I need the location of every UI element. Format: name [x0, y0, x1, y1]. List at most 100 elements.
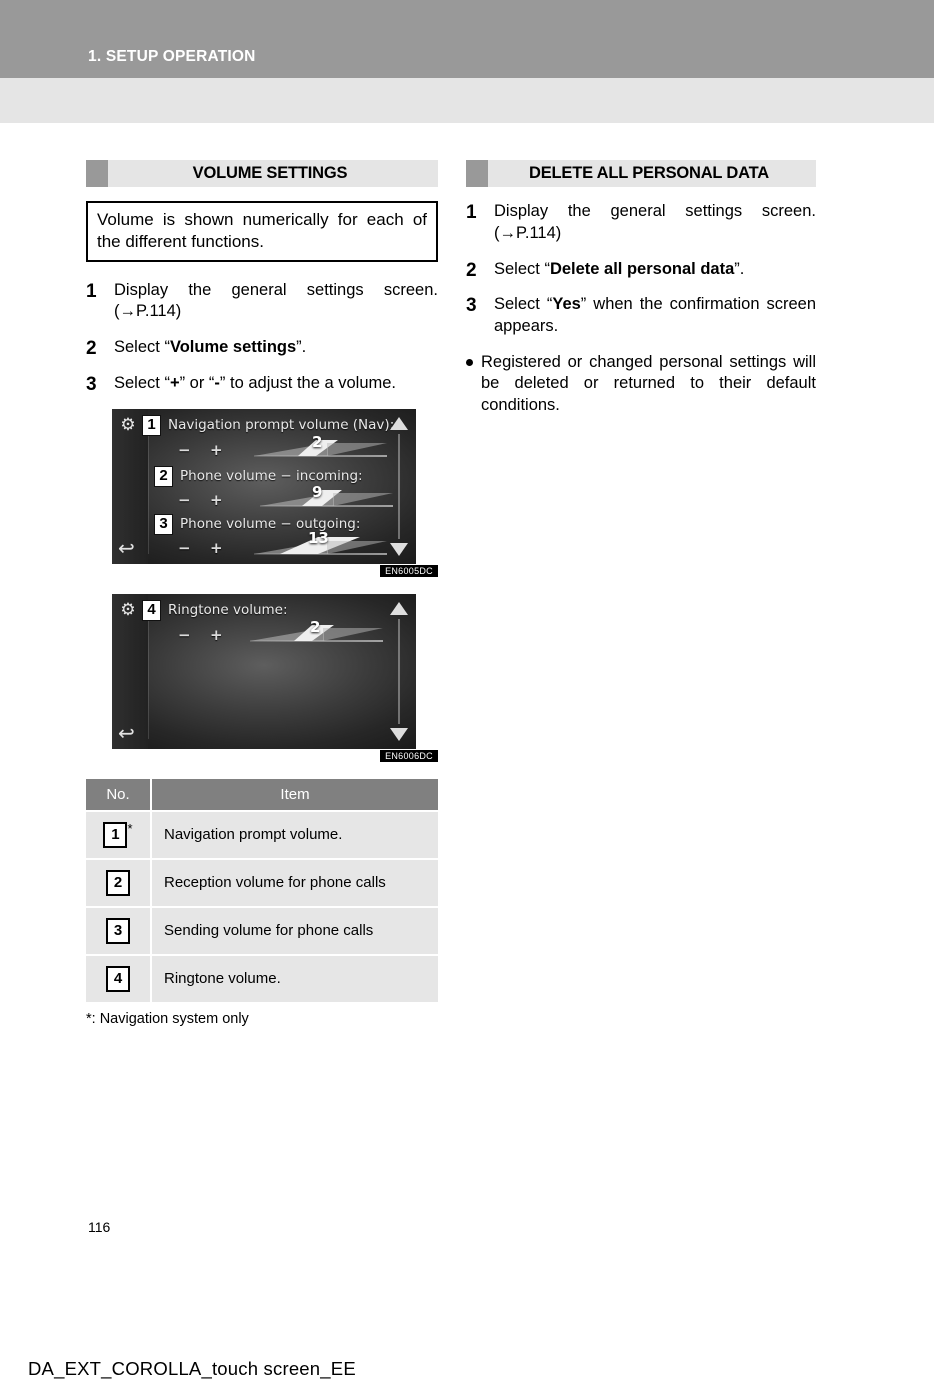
scrollbar[interactable] [388, 601, 410, 741]
table-row: 4 Ringtone volume. [86, 953, 438, 1002]
step-text: Select “ [114, 338, 170, 357]
step-bold-term-plus: + [169, 373, 180, 392]
gear-icon: ⚙ [120, 414, 136, 435]
callout-reference-table: No. Item 1 * Navigation prompt volume. 2 … [86, 778, 438, 1002]
scroll-track[interactable] [398, 618, 400, 724]
bullet-text: Registered or changed personal settings … [481, 352, 816, 414]
scroll-up-icon[interactable] [390, 601, 408, 615]
volume-decrease-button-3[interactable]: − [178, 539, 191, 557]
table-row: 1 * Navigation prompt volume. [86, 809, 438, 859]
step-item: 2 Select “Volume settings”. [86, 337, 438, 359]
volume-increase-button-3[interactable]: + [210, 539, 223, 557]
volume-gauge-2[interactable] [260, 485, 393, 507]
screen-row-label-4: Ringtone volume: [168, 601, 288, 618]
scroll-down-icon[interactable] [390, 542, 408, 556]
scroll-track[interactable] [398, 433, 400, 539]
table-cell-no: 4 [86, 953, 152, 1002]
step-text: Select “ [494, 295, 553, 314]
screen-row-label-1: Navigation prompt volume (Nav): [168, 416, 395, 433]
step-text-tail: ) [555, 223, 562, 242]
footnote-marker: * [127, 820, 133, 836]
table-row: 2 Reception volume for phone calls [86, 857, 438, 907]
back-arrow-icon[interactable]: ↩ [118, 538, 135, 558]
section-header-delete-all-personal-data: DELETE ALL PERSONAL DATA [466, 160, 816, 187]
volume-increase-button-4[interactable]: + [210, 626, 223, 644]
screenshot-volume-settings-1: ⚙ 1 Navigation prompt volume (Nav): − + … [112, 408, 416, 564]
page-header-subband [0, 78, 934, 123]
step-number: 1 [466, 202, 477, 223]
table-cell-item: Ringtone volume. [151, 953, 438, 1002]
gauge-wedge-right [327, 540, 387, 554]
step-bold-term: Yes [552, 295, 581, 314]
step-item: 1 Display the general settings screen. (… [466, 201, 816, 245]
document-id: DA_EXT_COROLLA_touch screen_EE [28, 1358, 356, 1379]
right-column: DELETE ALL PERSONAL DATA 1 Display the g… [466, 160, 816, 416]
step-bold-term: Volume settings [169, 338, 297, 357]
scrollbar[interactable] [388, 416, 410, 556]
left-column: VOLUME SETTINGS Volume is shown numerica… [86, 160, 438, 1027]
figure-code-2: EN6006DC [380, 749, 438, 762]
figure-code-1: EN6005DC [380, 564, 438, 577]
table-cell-no: 1 * [86, 809, 152, 859]
table-footnote: *: Navigation system only [86, 1010, 249, 1027]
step-item: 3 Select “+” or “-” to adjust the a volu… [86, 373, 438, 395]
volume-increase-button-2[interactable]: + [210, 491, 223, 509]
table-cell-no: 2 [86, 857, 152, 907]
volume-decrease-button-2[interactable]: − [178, 491, 191, 509]
step-number: 2 [86, 338, 97, 360]
screen-rail-divider [148, 607, 149, 739]
step-text-mid: ” or “ [179, 373, 215, 392]
step-text-tail: ”. [296, 338, 307, 357]
bullet-item: Registered or changed personal settings … [466, 352, 816, 416]
step-bold-term: Delete all personal data [549, 259, 735, 278]
section-header-volume-settings: VOLUME SETTINGS [86, 160, 438, 187]
step-item: 3 Select “Yes” when the confirmation scr… [466, 294, 816, 338]
step-text-tail: ” to adjust the a volume. [219, 373, 397, 392]
table-cell-item: Sending volume for phone calls [151, 905, 438, 955]
callout-badge-3: 3 [154, 513, 173, 535]
step-text: Select “ [114, 373, 170, 392]
back-arrow-icon[interactable]: ↩ [118, 723, 135, 743]
chapter-title: 1. SETUP OPERATION [88, 48, 256, 65]
table-header-row: No. Item [86, 778, 438, 811]
volume-decrease-button-1[interactable]: − [178, 441, 191, 459]
callout-badge-4: 4 [142, 599, 161, 621]
note-box: Volume is shown numerically for each of … [86, 201, 438, 262]
page-reference: P.114 [136, 302, 176, 321]
table-row: 3 Sending volume for phone calls [86, 905, 438, 955]
volume-decrease-button-4[interactable]: − [178, 626, 191, 644]
screenshot-ringtone-volume-wrapper: ⚙ 4 Ringtone volume: − + 2 ↩ EN6006DC [86, 593, 438, 762]
section-swatch-icon [466, 160, 488, 187]
gauge-wedge-right [327, 442, 387, 456]
note-box-text: Volume is shown numerically for each of … [97, 210, 427, 251]
gear-icon: ⚙ [120, 599, 136, 620]
volume-value-3: 13 [308, 528, 329, 547]
arrow-icon: → [499, 223, 517, 242]
volume-value-2: 9 [312, 482, 323, 501]
volume-value-4: 2 [310, 617, 321, 636]
callout-badge-2: 2 [154, 465, 173, 487]
step-number: 3 [466, 295, 477, 317]
step-text-tail: ”. [734, 259, 745, 278]
table-cell-item: Reception volume for phone calls [151, 857, 438, 907]
page-header-band [0, 0, 934, 78]
step-number: 2 [466, 259, 477, 281]
page-reference: P.114 [516, 223, 556, 242]
arrow-icon: → [119, 302, 137, 321]
num-box: 1 [103, 821, 128, 848]
step-number: 1 [86, 280, 97, 302]
num-box: 2 [106, 869, 130, 896]
num-box: 3 [106, 917, 130, 944]
bullet-dot-icon [466, 358, 473, 366]
scroll-up-icon[interactable] [390, 416, 408, 430]
screenshot-volume-settings-1-wrapper: ⚙ 1 Navigation prompt volume (Nav): − + … [86, 408, 438, 577]
section-title-volume-settings: VOLUME SETTINGS [192, 164, 348, 182]
num-box: 4 [106, 965, 130, 992]
screen-rail-divider [148, 422, 149, 554]
volume-increase-button-1[interactable]: + [210, 441, 223, 459]
scroll-down-icon[interactable] [390, 727, 408, 741]
callout-badge-1: 1 [142, 414, 161, 436]
page-number: 116 [88, 1219, 111, 1235]
screen-row-label-2: Phone volume − incoming: [180, 467, 363, 484]
step-text-tail: ) [175, 302, 182, 321]
